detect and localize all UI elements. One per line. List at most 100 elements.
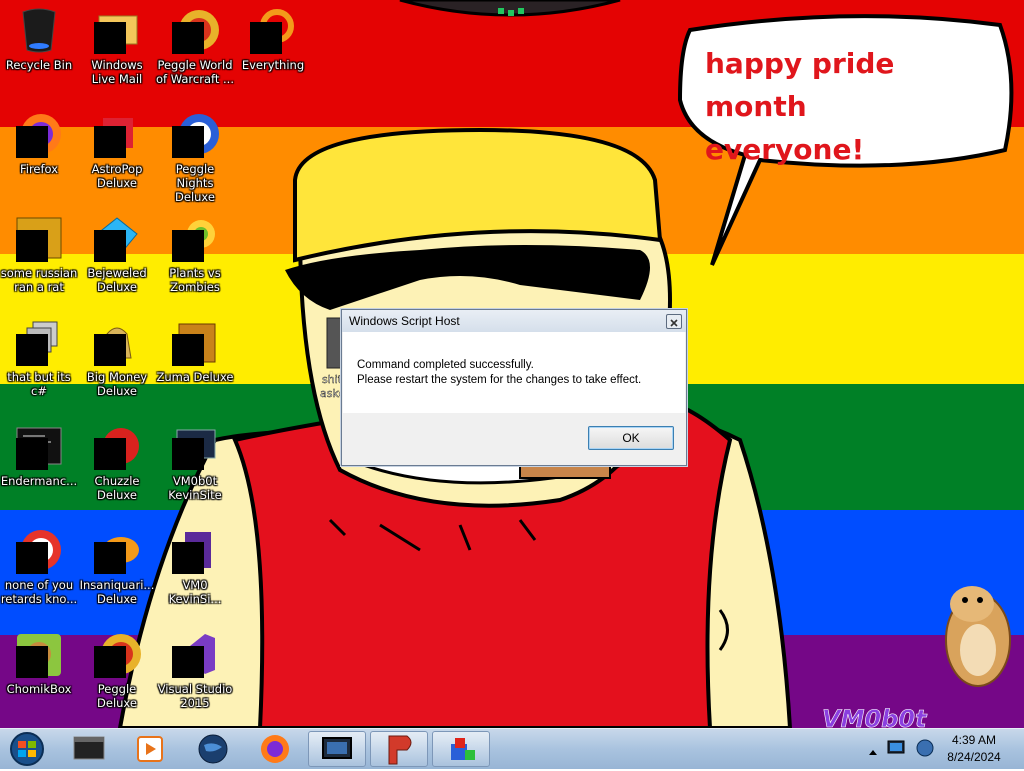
desktop-icon-zuma[interactable]: Zuma Deluxe xyxy=(156,312,234,412)
desktop-icon-firefox[interactable]: Firefox xyxy=(0,104,78,204)
taskbar-clock[interactable]: 4:39 AM 8/24/2024 xyxy=(940,732,1008,766)
start-orb-icon xyxy=(10,732,44,766)
redaction-block xyxy=(16,230,48,262)
watermark-text: VM0b0t xyxy=(822,705,928,728)
dialog-message-line-1: Command completed successfully. xyxy=(357,359,534,371)
desktop-icon-peggle-wow[interactable]: Peggle World of Warcraft ... xyxy=(156,0,234,100)
firefox-icon xyxy=(261,735,289,763)
desktop-icon-everything[interactable]: Everything xyxy=(234,0,312,100)
taskbar-item-cmd[interactable] xyxy=(60,731,118,767)
desktop-icon-label: Chuzzle Deluxe xyxy=(94,474,140,502)
clock-time: 4:39 AM xyxy=(951,733,997,747)
tray-volume[interactable] xyxy=(914,737,936,759)
desktop-icon-chuzzle[interactable]: Chuzzle Deluxe xyxy=(78,416,156,516)
paint-icon xyxy=(388,735,412,765)
desktop-icon-label: ChomikBox xyxy=(6,682,72,696)
tray-network[interactable] xyxy=(886,737,912,759)
close-button[interactable] xyxy=(666,314,682,329)
desktop-icon-label: Bejeweled Deluxe xyxy=(87,266,147,294)
dialog-titlebar[interactable]: Windows Script Host xyxy=(342,310,686,332)
media-player-icon xyxy=(137,736,163,762)
desktop-icon-windows-live-mail[interactable]: Windows Live Mail xyxy=(78,0,156,100)
desktop-icon-plants-vs-zombies[interactable]: Plants vs Zombies xyxy=(156,208,234,308)
redaction-block xyxy=(172,646,204,678)
redaction-block xyxy=(16,646,48,678)
redaction-block xyxy=(172,334,204,366)
desktop-icon-label: Peggle World of Warcraft ... xyxy=(156,58,234,86)
desktop-icon-label: Windows Live Mail xyxy=(91,58,143,86)
desktop-icon-some-russian[interactable]: some russian ran a rat xyxy=(0,208,78,308)
hamster-image xyxy=(945,586,1011,687)
start-button[interactable] xyxy=(2,731,52,767)
desktop-icon-label: some russian ran a rat xyxy=(0,266,78,294)
redaction-block xyxy=(172,22,204,54)
redaction-block xyxy=(94,438,126,470)
desktop-icon-bejeweled[interactable]: Bejeweled Deluxe xyxy=(78,208,156,308)
desktop-icon-label: Visual Studio 2015 xyxy=(157,682,233,710)
desktop-icon-label: VM0 KevinSi... xyxy=(168,578,222,606)
redaction-block xyxy=(94,230,126,262)
desktop-icon-label: Zuma Deluxe xyxy=(156,370,234,384)
dialog-title: Windows Script Host xyxy=(349,314,460,328)
monitor-icon xyxy=(322,737,352,759)
speech-line-2: everyone! xyxy=(705,133,865,166)
desktop-icon-label: VM0b0t KevinSite xyxy=(168,474,222,502)
cmd-icon xyxy=(73,736,105,760)
redaction-block xyxy=(172,542,204,574)
redaction-block xyxy=(250,22,282,54)
volume-icon xyxy=(916,739,934,757)
desktop-icon-label: Big Money Deluxe xyxy=(86,370,148,398)
desktop-icon-none-of-you[interactable]: none of you retards kno... xyxy=(0,520,78,620)
dialog-body: Command completed successfully. Please r… xyxy=(343,332,685,413)
redaction-block xyxy=(94,126,126,158)
desktop-icon-label: none of you retards kno... xyxy=(0,578,78,606)
redaction-block xyxy=(16,334,48,366)
desktop-icon-visual-studio[interactable]: Visual Studio 2015 xyxy=(156,624,234,724)
desktop-icon-label: Firefox xyxy=(19,162,59,176)
desktop-icon-vm0-kevinsite[interactable]: VM0 KevinSi... xyxy=(156,520,234,620)
ok-button[interactable]: OK xyxy=(588,426,674,450)
desktop-icon-that-but-csharp[interactable]: that but its c# xyxy=(0,312,78,412)
desktop-icon-vm0b0t-kevinsite[interactable]: VM0b0t KevinSite xyxy=(156,416,234,516)
dialog-message-line-2: Please restart the system for the change… xyxy=(357,374,642,386)
chevron-up-icon xyxy=(869,750,877,755)
partial-icon-label: shit xyxy=(322,373,343,386)
redaction-block xyxy=(172,126,204,158)
desktop-icon-astropop[interactable]: AstroPop Deluxe xyxy=(78,104,156,204)
taskbar-item-cube[interactable] xyxy=(432,731,490,767)
speech-bubble-text: happy pride month everyone! xyxy=(705,42,995,171)
desktop-icon-recycle-bin[interactable]: Recycle Bin xyxy=(0,0,78,100)
taskbar-item-paint[interactable] xyxy=(370,731,428,767)
redaction-block xyxy=(94,334,126,366)
desktop-icon-insaniquarium[interactable]: Insaniquari... Deluxe xyxy=(78,520,156,620)
desktop-icon-label: AstroPop Deluxe xyxy=(91,162,143,190)
globe-icon xyxy=(198,734,228,764)
desktop-icon-label: that but its c# xyxy=(7,370,71,398)
taskbar-item-firefox[interactable] xyxy=(246,731,304,767)
desktop-icon-endermanch[interactable]: Endermanc... xyxy=(0,416,78,516)
desktop-icon-label: Endermanc... xyxy=(0,474,78,488)
redaction-block xyxy=(94,22,126,54)
desktop-icon-label: Recycle Bin xyxy=(5,58,73,72)
desktop-icon-chomikbox[interactable]: ChomikBox xyxy=(0,624,78,724)
taskbar-item-media-player[interactable] xyxy=(120,731,178,767)
redaction-block xyxy=(16,542,48,574)
desktop-icon-label: Insaniquari... Deluxe xyxy=(79,578,155,606)
cube-icon xyxy=(451,738,475,760)
recycle-bin-icon xyxy=(22,8,56,53)
close-icon xyxy=(670,319,678,327)
clock-date: 8/24/2024 xyxy=(947,750,1001,764)
taskbar-item-monitor[interactable] xyxy=(308,731,366,767)
redaction-block xyxy=(94,542,126,574)
desktop-icon-label: Peggle Nights Deluxe xyxy=(175,162,215,204)
windows-script-host-dialog: Windows Script Host Command completed su… xyxy=(341,309,687,466)
desktop-icon-big-money[interactable]: Big Money Deluxe xyxy=(78,312,156,412)
tray-show-hidden-arrow[interactable] xyxy=(868,743,878,755)
desktop-icon-peggle-deluxe[interactable]: Peggle Deluxe xyxy=(78,624,156,724)
redaction-block xyxy=(172,438,204,470)
redaction-block xyxy=(172,230,204,262)
desktop-icon-peggle-nights[interactable]: Peggle Nights Deluxe xyxy=(156,104,234,204)
redaction-block xyxy=(94,646,126,678)
desktop-icon-label: Everything xyxy=(241,58,305,72)
taskbar-item-globe[interactable] xyxy=(184,731,242,767)
